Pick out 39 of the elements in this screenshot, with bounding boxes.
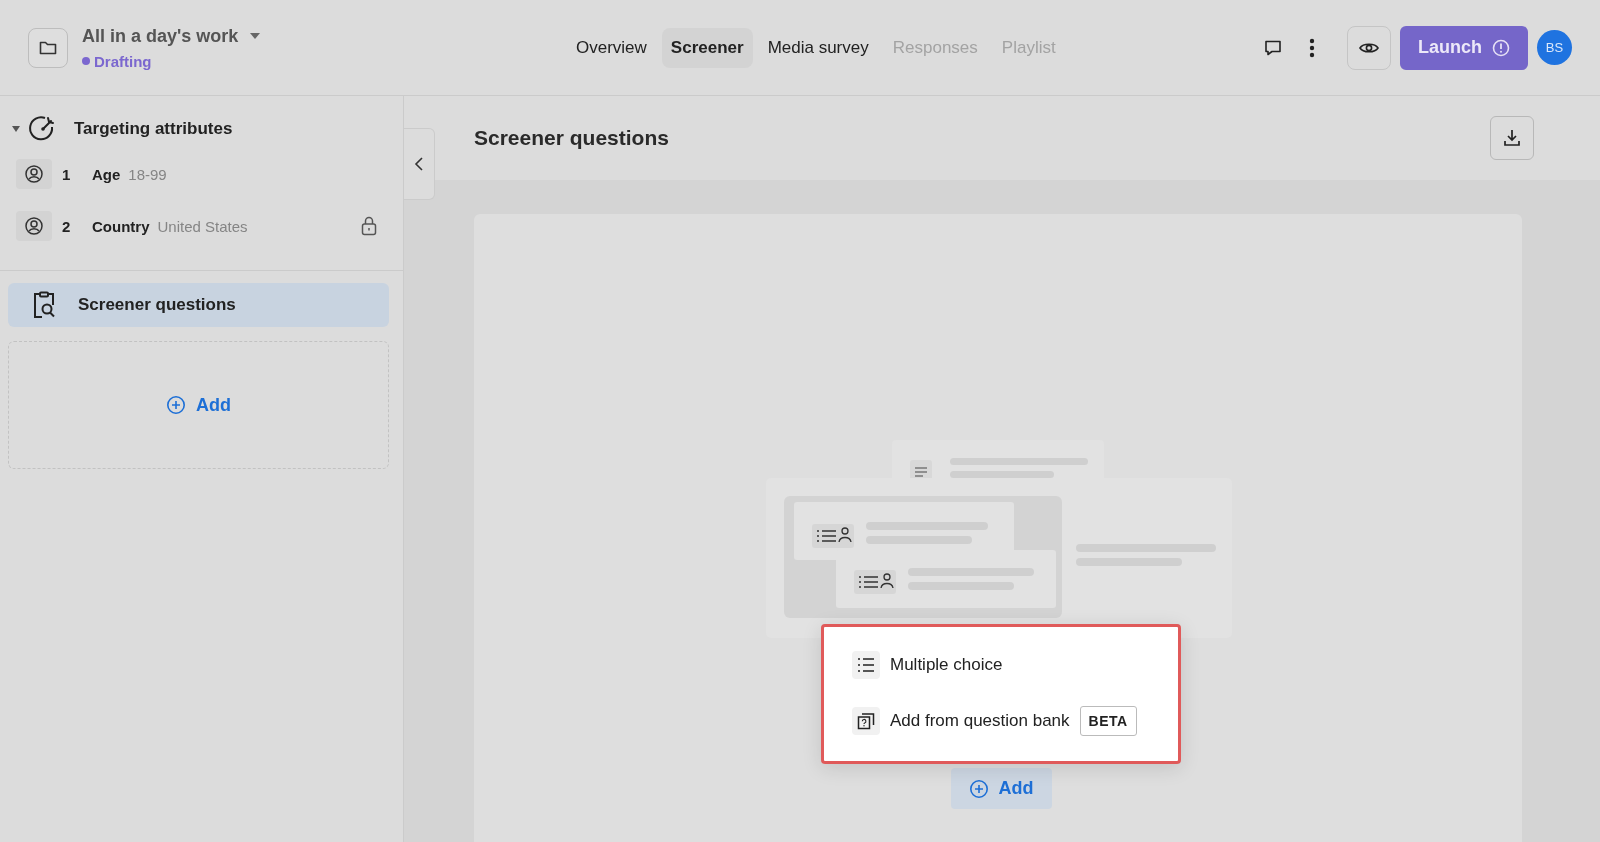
caret-icon[interactable] <box>12 126 20 132</box>
more-icon[interactable] <box>1309 37 1315 58</box>
eye-icon <box>1359 40 1379 55</box>
nav-tab[interactable]: Media survey <box>758 27 878 68</box>
sidebar-item[interactable]: Screener questions <box>8 283 389 327</box>
person-icon <box>16 211 52 241</box>
download-button[interactable] <box>1490 116 1534 160</box>
folder-icon <box>39 39 57 56</box>
attribute-name: Country <box>92 217 150 235</box>
attribute-value: United States <box>157 217 248 235</box>
download-icon <box>1502 128 1522 148</box>
plus-circle-icon <box>968 778 989 799</box>
attribute-value: 18-99 <box>128 165 167 183</box>
project-title: All in a day's work <box>82 25 239 47</box>
chevron-left-icon <box>414 156 424 172</box>
menu-item[interactable]: Multiple choice <box>852 637 1152 693</box>
page-title: Screener questions <box>474 126 669 150</box>
warning-icon <box>1492 38 1510 57</box>
caret-icon[interactable] <box>250 33 261 39</box>
folder-button[interactable] <box>28 27 68 68</box>
status-dot <box>82 57 90 65</box>
question-copy-icon <box>852 707 880 735</box>
attribute-number: 2 <box>62 217 72 235</box>
user-avatar[interactable]: BS <box>1537 30 1572 65</box>
menu-item[interactable]: Add from question bank BETA <box>852 693 1152 749</box>
clipboard-search-icon <box>32 291 56 319</box>
list-icon <box>852 651 880 679</box>
plus-circle-icon <box>166 395 186 415</box>
project-status: Drafting <box>94 52 152 70</box>
add-button[interactable]: Add <box>162 390 235 420</box>
preview-button[interactable] <box>1347 25 1391 70</box>
person-icon <box>16 159 52 189</box>
section-title: Targeting attributes <box>74 119 233 139</box>
attribute-number: 1 <box>62 165 72 183</box>
nav-tab[interactable]: Screener <box>661 27 753 68</box>
launch-button[interactable]: Launch <box>1400 25 1528 70</box>
beta-badge: BETA <box>1079 706 1137 736</box>
attribute-name: Age <box>92 165 121 183</box>
nav-tab[interactable]: Overview <box>567 27 656 68</box>
